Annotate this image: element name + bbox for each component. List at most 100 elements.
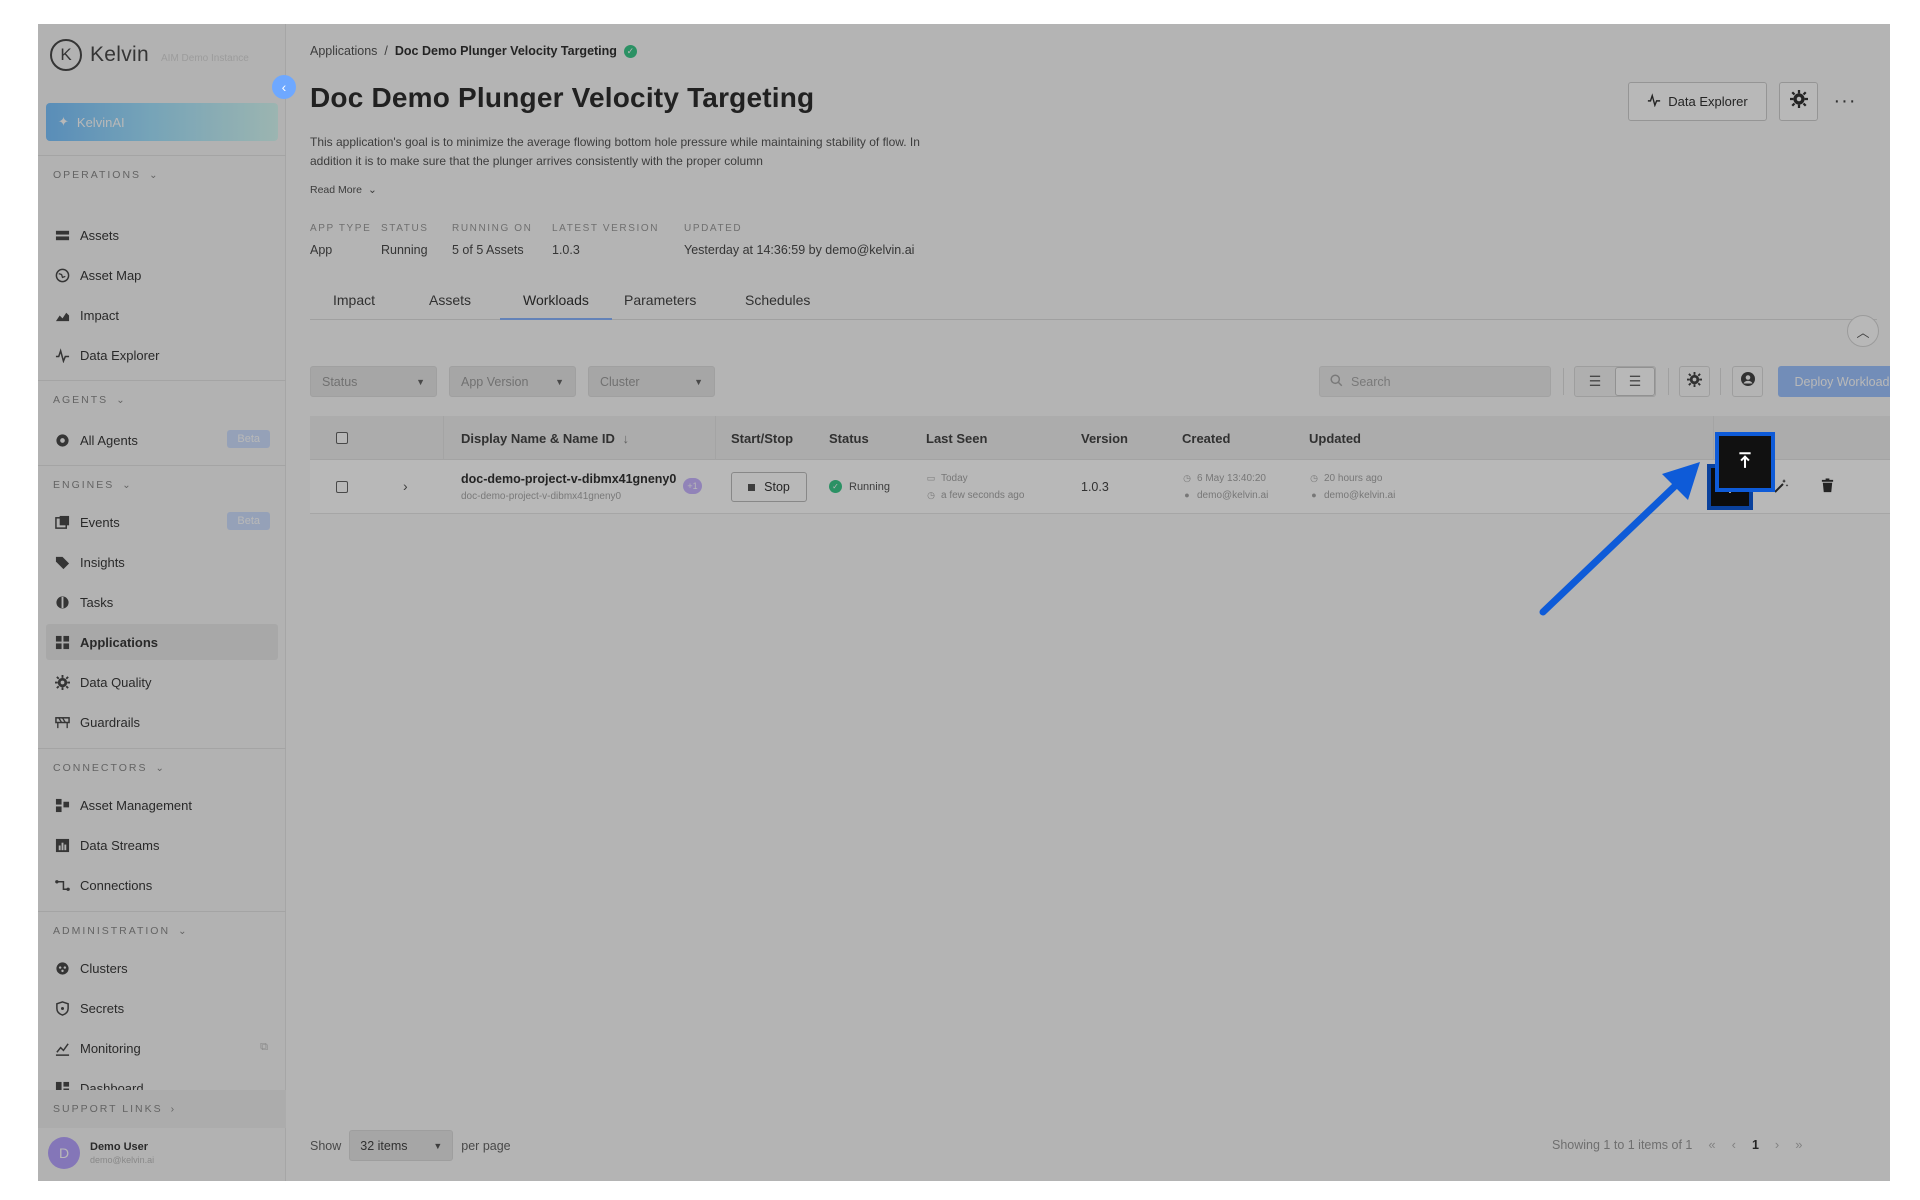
meta-value: Running bbox=[381, 243, 428, 257]
applications-icon bbox=[54, 634, 70, 650]
created-by: demo@kelvin.ai bbox=[1197, 490, 1269, 501]
last-page-icon[interactable]: » bbox=[1795, 1137, 1802, 1152]
section-label: CONNECTORS bbox=[53, 762, 148, 774]
stop-button[interactable]: Stop bbox=[731, 472, 807, 502]
more-options-button[interactable]: ··· bbox=[1830, 90, 1860, 114]
extra-assets-badge[interactable]: +1 bbox=[683, 478, 702, 494]
app-version-filter[interactable]: App Version ▼ bbox=[449, 366, 576, 397]
sidebar-item-asset-management[interactable]: Asset Management bbox=[46, 787, 278, 823]
external-link-icon: ⧉ bbox=[260, 1041, 268, 1053]
next-page-icon[interactable]: › bbox=[1775, 1137, 1779, 1152]
section-label: ENGINES bbox=[53, 479, 115, 491]
chevron-left-icon: ‹ bbox=[281, 79, 287, 95]
upload-arrow-icon bbox=[1736, 451, 1754, 474]
column-header-last-seen: Last Seen bbox=[926, 431, 988, 446]
density-toggle: ☰ ☰ bbox=[1574, 366, 1656, 397]
compact-view-button[interactable]: ☰ bbox=[1575, 367, 1615, 396]
sidebar-item-assets[interactable]: Assets bbox=[46, 217, 278, 253]
filter-label: App Version bbox=[461, 375, 529, 389]
user-profile[interactable]: D Demo User demo@kelvin.ai bbox=[48, 1137, 154, 1169]
sidebar-item-impact[interactable]: Impact bbox=[46, 297, 278, 333]
chevron-right-icon[interactable]: › bbox=[403, 478, 408, 494]
deploy-workload-button[interactable]: Deploy Workload bbox=[1778, 366, 1890, 397]
main-content: Applications / Doc Demo Plunger Velocity… bbox=[287, 24, 1890, 1181]
shield-icon bbox=[54, 1000, 70, 1016]
column-settings-button[interactable] bbox=[1679, 366, 1710, 397]
column-header-created: Created bbox=[1182, 431, 1231, 446]
sidebar-item-connections[interactable]: Connections bbox=[46, 867, 278, 903]
chevron-down-icon: ⌄ bbox=[178, 925, 187, 937]
sidebar-item-data-explorer[interactable]: Data Explorer bbox=[46, 337, 278, 373]
section-connectors[interactable]: CONNECTORS ⌄ bbox=[53, 762, 164, 774]
support-links-label: SUPPORT LINKS bbox=[53, 1103, 163, 1115]
user-filter-button[interactable] bbox=[1732, 366, 1763, 397]
column-header-status: Status bbox=[829, 431, 869, 446]
data-explorer-button[interactable]: Data Explorer bbox=[1628, 82, 1767, 121]
tab-parameters[interactable]: Parameters bbox=[601, 286, 719, 320]
highlighted-upgrade-button[interactable] bbox=[1715, 432, 1775, 492]
sidebar-item-all-agents[interactable]: All Agents Beta bbox=[46, 422, 278, 458]
sidebar-item-insights[interactable]: Insights bbox=[46, 544, 278, 580]
section-administration[interactable]: ADMINISTRATION ⌄ bbox=[53, 925, 186, 937]
tab-schedules[interactable]: Schedules bbox=[722, 286, 833, 320]
tab-workloads[interactable]: Workloads bbox=[500, 286, 612, 320]
sidebar-item-monitoring[interactable]: Monitoring ⧉ bbox=[46, 1030, 278, 1066]
sidebar-item-secrets[interactable]: Secrets bbox=[46, 990, 278, 1026]
compact-rows-icon: ☰ bbox=[1588, 373, 1602, 389]
per-page-select[interactable]: 32 items ▼ bbox=[349, 1130, 454, 1161]
tab-impact[interactable]: Impact bbox=[310, 286, 398, 320]
sidebar-item-data-streams[interactable]: Data Streams bbox=[46, 827, 278, 863]
sidebar-item-clusters[interactable]: Clusters bbox=[46, 950, 278, 986]
section-label: AGENTS bbox=[53, 394, 109, 406]
read-more-button[interactable]: Read More ⌄ bbox=[310, 184, 377, 196]
sidebar-item-guardrails[interactable]: Guardrails bbox=[46, 704, 278, 740]
settings-button[interactable] bbox=[1779, 82, 1818, 121]
tab-assets[interactable]: Assets bbox=[406, 286, 494, 320]
delete-workload-button[interactable] bbox=[1814, 474, 1840, 500]
per-page-value: 32 items bbox=[360, 1138, 408, 1153]
barrier-icon bbox=[54, 714, 70, 730]
sidebar-item-events[interactable]: Events Beta bbox=[46, 504, 278, 540]
breadcrumb-applications[interactable]: Applications bbox=[310, 44, 377, 58]
logo[interactable]: K Kelvin AIM Demo Instance bbox=[50, 38, 249, 72]
breadcrumb-current: Doc Demo Plunger Velocity Targeting bbox=[394, 44, 617, 58]
support-links[interactable]: SUPPORT LINKS › bbox=[38, 1090, 286, 1128]
divider bbox=[443, 416, 444, 460]
section-engines[interactable]: ENGINES ⌄ bbox=[53, 479, 131, 491]
collapse-header-button[interactable]: ︿ bbox=[1847, 315, 1879, 347]
select-all-checkbox[interactable] bbox=[336, 432, 348, 444]
column-header-updated: Updated bbox=[1309, 431, 1361, 446]
breadcrumb-separator: / bbox=[384, 44, 388, 58]
comfortable-view-button[interactable]: ☰ bbox=[1615, 367, 1655, 396]
check-circle-icon: ✓ bbox=[623, 44, 637, 58]
row-checkbox[interactable] bbox=[336, 481, 348, 493]
workload-display-name[interactable]: doc-demo-project-v-dibmx41gneny0 bbox=[461, 472, 676, 486]
kelvinai-button[interactable]: ✦ KelvinAI bbox=[46, 103, 278, 141]
column-header-name[interactable]: Display Name & Name ID ↓ bbox=[461, 431, 629, 446]
previous-page-icon[interactable]: ‹ bbox=[1732, 1137, 1736, 1152]
status-filter[interactable]: Status ▼ bbox=[310, 366, 437, 397]
section-label: OPERATIONS bbox=[53, 169, 142, 181]
page-number[interactable]: 1 bbox=[1752, 1138, 1759, 1152]
meta-app-type: APP TYPE App bbox=[310, 223, 371, 257]
section-operations[interactable]: OPERATIONS ⌄ bbox=[53, 169, 157, 181]
table-header: Display Name & Name ID ↓ Start/Stop Stat… bbox=[310, 416, 1890, 460]
beta-badge: Beta bbox=[227, 430, 270, 448]
search-input[interactable]: Search bbox=[1319, 366, 1551, 397]
sidebar-item-data-quality[interactable]: Data Quality bbox=[46, 664, 278, 700]
sidebar-item-applications[interactable]: Applications bbox=[46, 624, 278, 660]
sidebar-item-label: All Agents bbox=[80, 432, 138, 448]
trash-icon bbox=[1820, 478, 1835, 496]
pagination-summary: Showing 1 to 1 items of 1 bbox=[1552, 1137, 1693, 1152]
chevron-down-icon: ⌄ bbox=[122, 479, 131, 491]
sidebar-item-tasks[interactable]: Tasks bbox=[46, 584, 278, 620]
sidebar-collapse-button[interactable]: ‹ bbox=[272, 75, 296, 99]
table-row[interactable]: › doc-demo-project-v-dibmx41gneny0 doc-d… bbox=[310, 460, 1890, 514]
section-agents[interactable]: AGENTS ⌄ bbox=[53, 394, 125, 406]
search-placeholder: Search bbox=[1351, 374, 1391, 389]
sidebar-item-asset-map[interactable]: Asset Map bbox=[46, 257, 278, 293]
clock-icon: ◷ bbox=[1310, 473, 1318, 483]
column-header-label: Display Name & Name ID bbox=[461, 431, 615, 446]
first-page-icon[interactable]: « bbox=[1708, 1137, 1715, 1152]
cluster-filter[interactable]: Cluster ▼ bbox=[588, 366, 715, 397]
